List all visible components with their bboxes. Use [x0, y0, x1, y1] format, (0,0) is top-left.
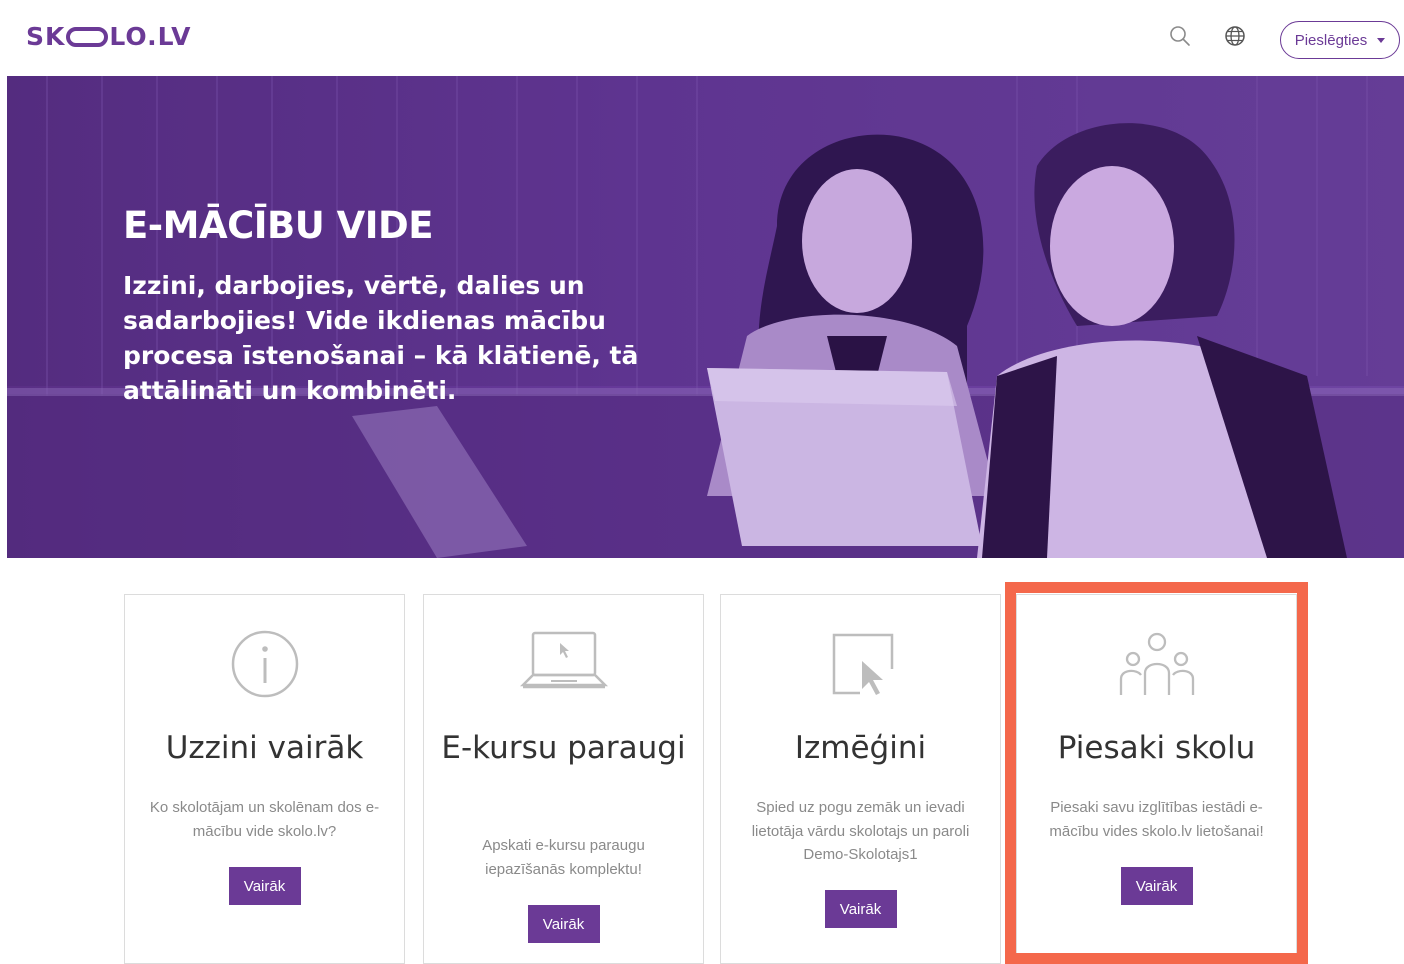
laptop-icon	[424, 629, 703, 699]
card-title: Izmēģini	[794, 730, 927, 766]
card-title: Uzzini vairāk	[165, 730, 364, 766]
hero-subtitle: Izzini, darbojies, vērtē, dalies un sada…	[123, 271, 639, 405]
card-description: Piesaki savu izglītības iestādi e-mācību…	[1049, 799, 1264, 840]
chevron-down-icon	[1377, 37, 1386, 43]
card-title: E-kursu paraugi	[441, 730, 686, 766]
hero-banner: E-MĀCĪBU VIDE Izzini, darbojies, vērtē, …	[7, 76, 1404, 558]
logo-oval-icon	[66, 26, 109, 47]
globe-icon[interactable]	[1221, 22, 1249, 50]
site-header: SK LO.LV Pieslēgties	[0, 0, 1404, 76]
card-description: Ko skolotājam un skolēnam dos e-mācību v…	[149, 799, 380, 840]
search-icon[interactable]	[1166, 22, 1194, 50]
card-learn-more: Uzzini vairāk Ko skolotājam un skolēnam …	[124, 594, 405, 964]
more-button[interactable]: Vairāk	[824, 890, 897, 928]
card-description: Apskati e-kursu paraugu iepazīšanās komp…	[482, 837, 645, 878]
card-title: Piesaki skolu	[1057, 730, 1256, 766]
logo-text-left: SK	[26, 22, 66, 51]
more-button[interactable]: Vairāk	[527, 905, 600, 943]
card-try-it: Izmēģini Spied uz pogu zemāk un ievadi l…	[720, 594, 1001, 964]
hero-title: E-MĀCĪBU VIDE	[123, 204, 434, 247]
login-label: Pieslēgties	[1294, 31, 1368, 49]
more-button[interactable]: Vairāk	[1120, 867, 1193, 905]
card-course-samples: E-kursu paraugi Apskati e-kursu paraugu …	[423, 594, 704, 964]
info-icon	[125, 629, 404, 699]
login-dropdown-button[interactable]: Pieslēgties	[1280, 21, 1400, 59]
logo-text-right: LO.LV	[109, 22, 192, 51]
card-description: Spied uz pogu zemāk un ievadi lietotāja …	[751, 799, 970, 863]
card-register-school: Piesaki skolu Piesaki savu izglītības ie…	[1016, 594, 1297, 964]
people-icon	[1017, 631, 1296, 701]
cursor-icon	[721, 629, 1000, 699]
more-button[interactable]: Vairāk	[228, 867, 301, 905]
site-logo[interactable]: SK LO.LV	[26, 22, 191, 51]
